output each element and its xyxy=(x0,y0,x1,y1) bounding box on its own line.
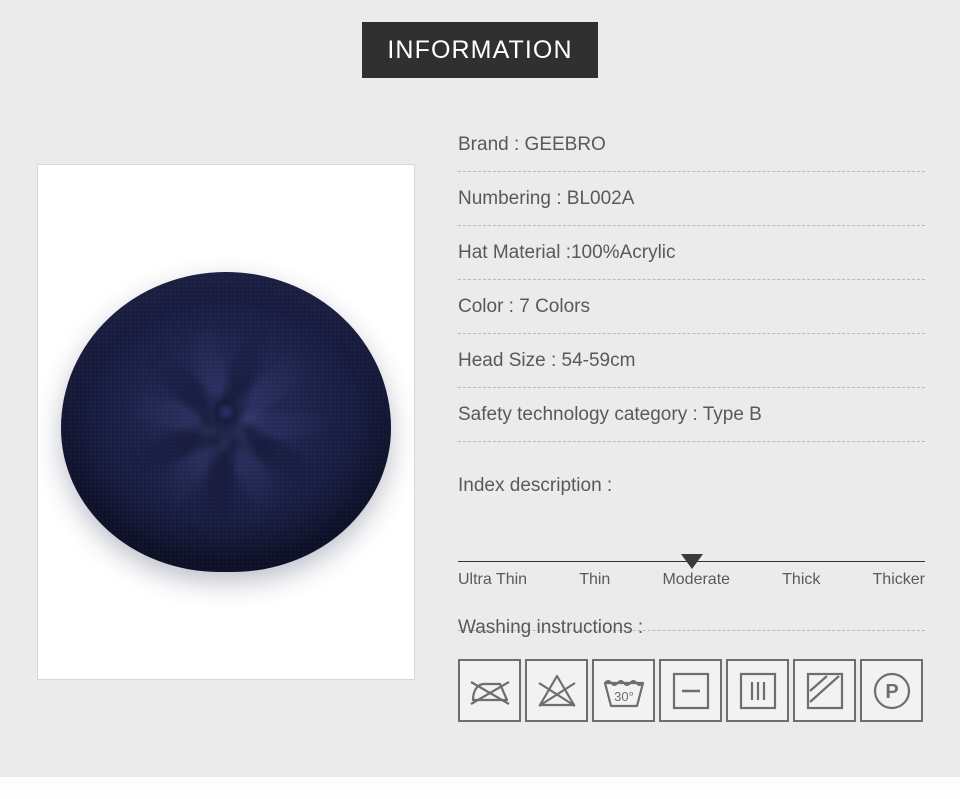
spec-text-hat-material: Hat Material :100%Acrylic xyxy=(458,241,676,263)
spec-row-hat-material: Hat Material :100%Acrylic xyxy=(458,226,925,280)
do-not-iron-icon xyxy=(458,659,521,722)
wash-30-degrees-icon: 30° xyxy=(592,659,655,722)
drip-dry-icon xyxy=(726,659,789,722)
thickness-label-thicker: Thicker xyxy=(872,571,925,588)
beret-hat-graphic xyxy=(61,272,391,572)
spec-row-brand: Brand : GEEBRO xyxy=(458,118,925,172)
information-banner: INFORMATION xyxy=(362,22,598,78)
beret-center-knot xyxy=(215,403,237,423)
index-description-section: Index description : Ultra Thin Thin Mode… xyxy=(458,464,925,631)
washing-instructions-title: Washing instructions : xyxy=(458,617,644,638)
spec-row-head-size: Head Size : 54-59cm xyxy=(458,334,925,388)
product-image-panel xyxy=(37,164,415,680)
thickness-scale: Ultra Thin Thin Moderate Thick Thicker xyxy=(458,508,925,631)
spec-row-numbering: Numbering : BL002A xyxy=(458,172,925,226)
page-title: INFORMATION xyxy=(387,35,573,64)
thickness-label-thick: Thick xyxy=(782,571,821,588)
thickness-label-moderate: Moderate xyxy=(662,571,731,588)
thickness-scale-labels: Ultra Thin Thin Moderate Thick Thicker xyxy=(458,571,925,589)
product-image xyxy=(61,272,391,572)
professional-dry-clean-icon: P xyxy=(860,659,923,722)
bottom-strip xyxy=(0,777,960,799)
dry-clean-letter: P xyxy=(885,681,898,703)
spec-text-color: Color : 7 Colors xyxy=(458,295,590,317)
thickness-label-thin: Thin xyxy=(579,571,611,588)
thickness-label-ultra-thin: Ultra Thin xyxy=(458,571,528,588)
dry-flat-icon xyxy=(659,659,722,722)
care-symbol-row: 30° P xyxy=(458,659,925,722)
spec-text-numbering: Numbering : BL002A xyxy=(458,187,635,209)
do-not-bleach-icon xyxy=(525,659,588,722)
spec-text-head-size: Head Size : 54-59cm xyxy=(458,349,636,371)
spec-text-brand: Brand : GEEBRO xyxy=(458,133,606,155)
spec-text-safety-category: Safety technology category : Type B xyxy=(458,403,762,425)
dry-in-shade-icon xyxy=(793,659,856,722)
thickness-scale-marker xyxy=(680,554,703,569)
spec-row-color: Color : 7 Colors xyxy=(458,280,925,334)
index-description-title: Index description : xyxy=(458,475,613,496)
washing-instructions-section: Washing instructions : 30° P xyxy=(458,608,925,722)
product-information-page: INFORMATION Brand: GEEBRO Numbering: B… xyxy=(0,0,960,799)
wash-temperature-label: 30° xyxy=(614,689,634,704)
specification-list: Brand : GEEBRO Numbering : BL002A Hat Ma… xyxy=(458,118,925,442)
spec-row-safety-category: Safety technology category : Type B xyxy=(458,388,925,442)
